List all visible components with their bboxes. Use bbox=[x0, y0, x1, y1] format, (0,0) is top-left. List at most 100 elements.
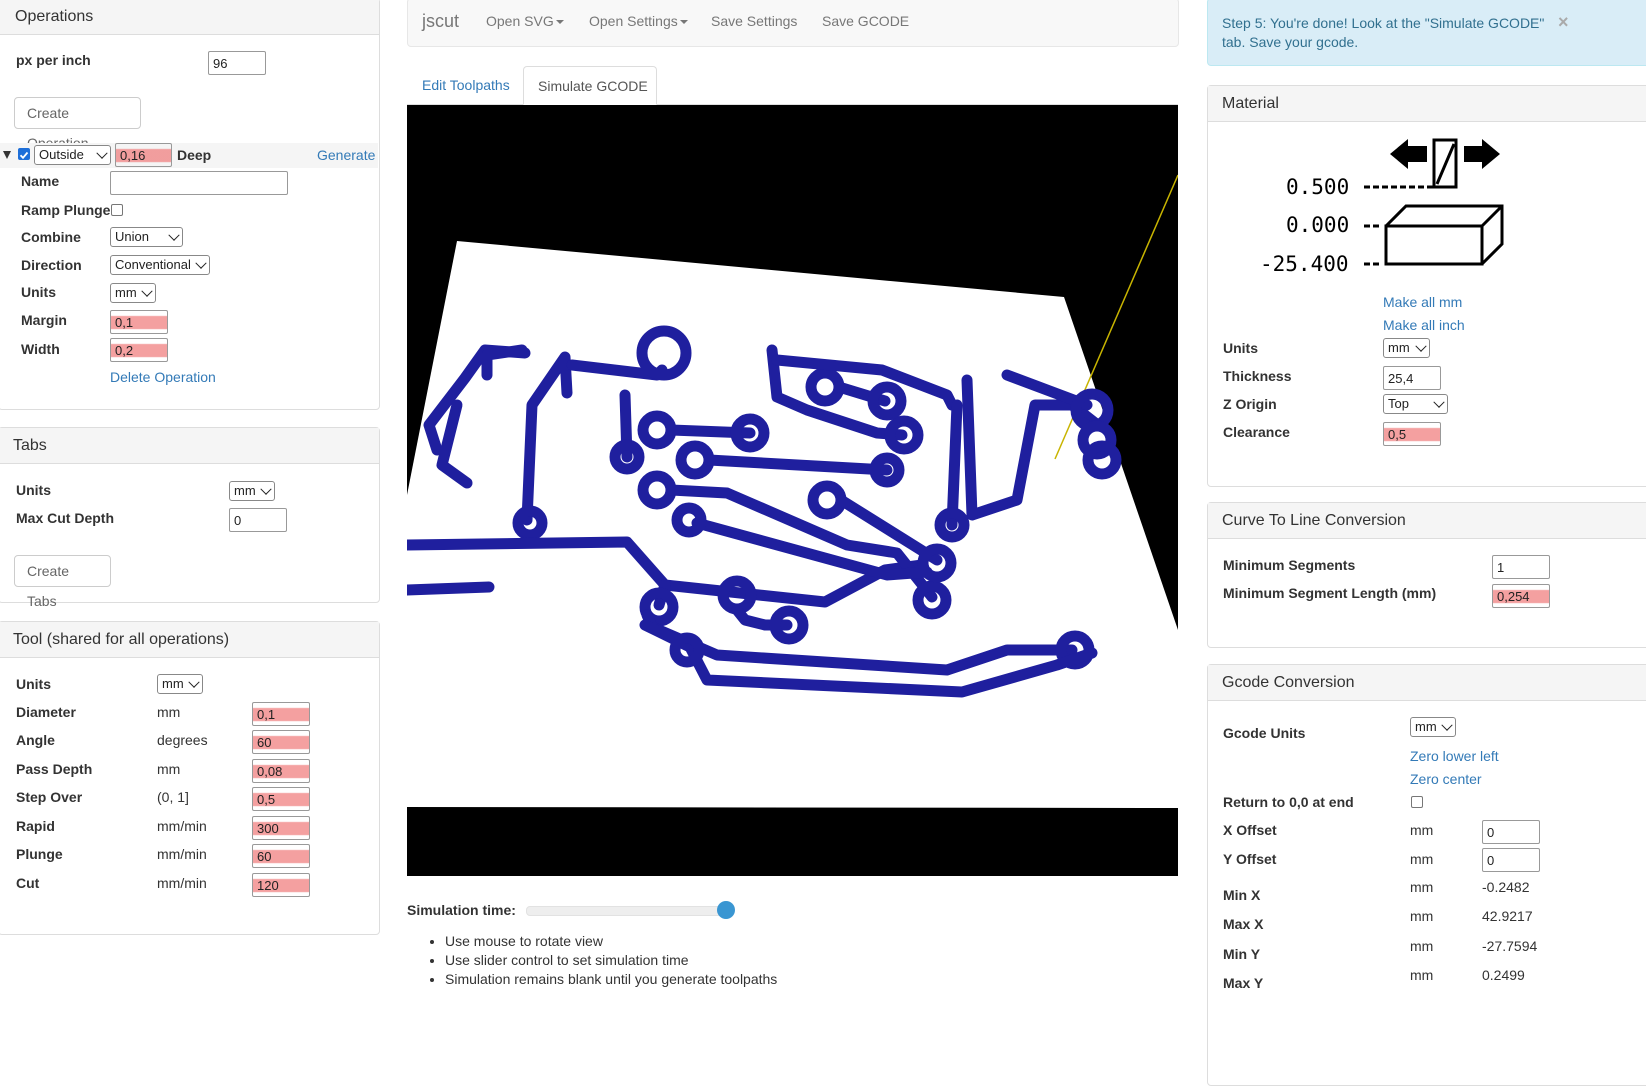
chevron-down-icon bbox=[195, 257, 207, 269]
tool-title: Tool (shared for all operations) bbox=[0, 622, 379, 658]
tool-param-input[interactable] bbox=[252, 759, 310, 783]
width-input[interactable] bbox=[110, 338, 168, 362]
delete-operation-link[interactable]: Delete Operation bbox=[110, 369, 216, 385]
tool-bit-icon bbox=[1432, 138, 1458, 189]
curve-panel: Curve To Line Conversion bbox=[1207, 502, 1646, 648]
tool-units-label: Units bbox=[16, 676, 51, 692]
tab-edit-toolpaths[interactable]: Edit Toolpaths bbox=[422, 77, 510, 93]
thickness-label: Thickness bbox=[1223, 368, 1292, 384]
tool-param-input[interactable] bbox=[252, 873, 310, 897]
save-settings-button[interactable]: Save Settings bbox=[711, 13, 797, 29]
material-units-select[interactable]: mm bbox=[1383, 338, 1430, 358]
chevron-down-icon bbox=[260, 483, 272, 495]
thickness-input[interactable] bbox=[1383, 366, 1441, 390]
ramp-plunge-checkbox[interactable] bbox=[111, 204, 123, 216]
min-segments-input[interactable] bbox=[1492, 555, 1550, 579]
gcode-stat-value: 42.9217 bbox=[1482, 908, 1533, 924]
done-alert-text: Step 5: You're done! Look at the "Simula… bbox=[1222, 15, 1545, 50]
tool-param-unit: degrees bbox=[157, 732, 208, 748]
clearance-input[interactable] bbox=[1383, 422, 1441, 446]
bottom-height-label: -25.400 bbox=[1260, 252, 1349, 276]
combine-value: Union bbox=[115, 229, 149, 244]
z-origin-label: Z Origin bbox=[1223, 396, 1277, 412]
max-cut-depth-input[interactable] bbox=[229, 508, 287, 532]
tabs-units-label: Units bbox=[16, 482, 51, 498]
generate-link[interactable]: Generate bbox=[317, 147, 375, 163]
name-label: Name bbox=[21, 173, 60, 189]
min-segments-label: Minimum Segments bbox=[1223, 557, 1356, 573]
operation-name-input[interactable] bbox=[110, 171, 288, 195]
zero-center-link[interactable]: Zero center bbox=[1410, 771, 1482, 787]
simulation-slider-track[interactable] bbox=[526, 906, 732, 916]
simulation-canvas[interactable] bbox=[407, 105, 1178, 876]
dropdown-caret-icon bbox=[679, 20, 688, 25]
save-gcode-button[interactable]: Save GCODE bbox=[822, 13, 909, 29]
gcode-stat-value: -27.7594 bbox=[1482, 938, 1538, 954]
tool-param-input[interactable] bbox=[252, 787, 310, 811]
make-all-inch-link[interactable]: Make all inch bbox=[1383, 317, 1465, 333]
deep-label: Deep bbox=[177, 147, 212, 163]
tool-param-label: Angle bbox=[16, 732, 55, 748]
chevron-down-icon bbox=[188, 676, 200, 688]
tool-param-label: Pass Depth bbox=[16, 761, 93, 777]
chevron-down-icon bbox=[168, 229, 180, 241]
tool-units-select[interactable]: mm bbox=[157, 674, 203, 694]
open-svg-menu[interactable]: Open SVG bbox=[486, 13, 564, 29]
tabs-units-select[interactable]: mm bbox=[229, 481, 275, 501]
x-offset-input[interactable] bbox=[1482, 820, 1540, 844]
x-offset-label: X Offset bbox=[1223, 822, 1277, 838]
open-settings-menu[interactable]: Open Settings bbox=[589, 13, 688, 29]
tool-param-label: Diameter bbox=[16, 704, 76, 720]
material-diagram: 0.500 0.000 -25.400 bbox=[1240, 130, 1540, 280]
direction-select[interactable]: Conventional bbox=[110, 255, 210, 275]
margin-input[interactable] bbox=[110, 310, 168, 334]
tool-param-unit: mm/min bbox=[157, 875, 207, 891]
op-units-select[interactable]: mm bbox=[110, 283, 156, 303]
direction-label: Direction bbox=[21, 257, 82, 273]
chevron-down-icon bbox=[1415, 340, 1427, 352]
open-settings-label: Open Settings bbox=[589, 13, 678, 29]
close-icon[interactable]: × bbox=[1558, 12, 1569, 33]
brand[interactable]: jscut bbox=[422, 11, 459, 32]
return-to-origin-checkbox[interactable] bbox=[1411, 796, 1423, 808]
gcode-units-value: mm bbox=[1415, 719, 1437, 734]
min-segment-length-input[interactable] bbox=[1492, 584, 1550, 608]
margin-label: Margin bbox=[21, 312, 67, 328]
gcode-units-select[interactable]: mm bbox=[1410, 717, 1456, 737]
collapse-triangle-icon[interactable] bbox=[3, 151, 11, 159]
y-offset-input[interactable] bbox=[1482, 848, 1540, 872]
tool-param-unit: mm/min bbox=[157, 818, 207, 834]
material-units-label: Units bbox=[1223, 340, 1258, 356]
tool-units-value: mm bbox=[162, 676, 184, 691]
curve-title: Curve To Line Conversion bbox=[1208, 503, 1646, 539]
max-cut-depth-label: Max Cut Depth bbox=[16, 510, 114, 526]
make-all-mm-link[interactable]: Make all mm bbox=[1383, 294, 1462, 310]
tool-param-input[interactable] bbox=[252, 702, 310, 726]
create-tabs-button[interactable]: Create Tabs bbox=[14, 555, 111, 609]
tool-param-label: Step Over bbox=[16, 789, 83, 805]
material-units-value: mm bbox=[1388, 340, 1410, 355]
chevron-down-icon bbox=[96, 147, 108, 159]
tool-param-input[interactable] bbox=[252, 730, 310, 754]
px-per-inch-input[interactable] bbox=[208, 51, 266, 75]
chevron-down-icon bbox=[141, 285, 153, 297]
tool-param-label: Plunge bbox=[16, 846, 63, 862]
gcode-units-label: Gcode Units bbox=[1223, 725, 1306, 741]
tab-simulate-gcode[interactable]: Simulate GCODE bbox=[523, 66, 657, 105]
hint-item: Simulation remains blank until you gener… bbox=[445, 970, 777, 989]
gcode-stat-unit: mm bbox=[1410, 908, 1434, 924]
simulation-time-label: Simulation time: bbox=[407, 902, 516, 918]
operation-type-select[interactable]: Outside bbox=[34, 145, 111, 165]
simulation-slider-thumb[interactable] bbox=[717, 901, 735, 919]
combine-select[interactable]: Union bbox=[110, 227, 183, 247]
create-operation-button[interactable]: Create Operation bbox=[14, 97, 141, 151]
gcode-stat-value: 0.2499 bbox=[1482, 967, 1525, 983]
tool-param-input[interactable] bbox=[252, 844, 310, 868]
operation-depth-input[interactable] bbox=[115, 143, 172, 167]
z-origin-select[interactable]: Top bbox=[1383, 394, 1448, 414]
zero-lower-left-link[interactable]: Zero lower left bbox=[1410, 748, 1499, 764]
operation-enabled-checkbox[interactable] bbox=[18, 148, 30, 160]
tool-param-input[interactable] bbox=[252, 816, 310, 840]
hint-item: Use mouse to rotate view bbox=[445, 932, 777, 951]
gcode-stat-label: Max X bbox=[1223, 916, 1264, 932]
